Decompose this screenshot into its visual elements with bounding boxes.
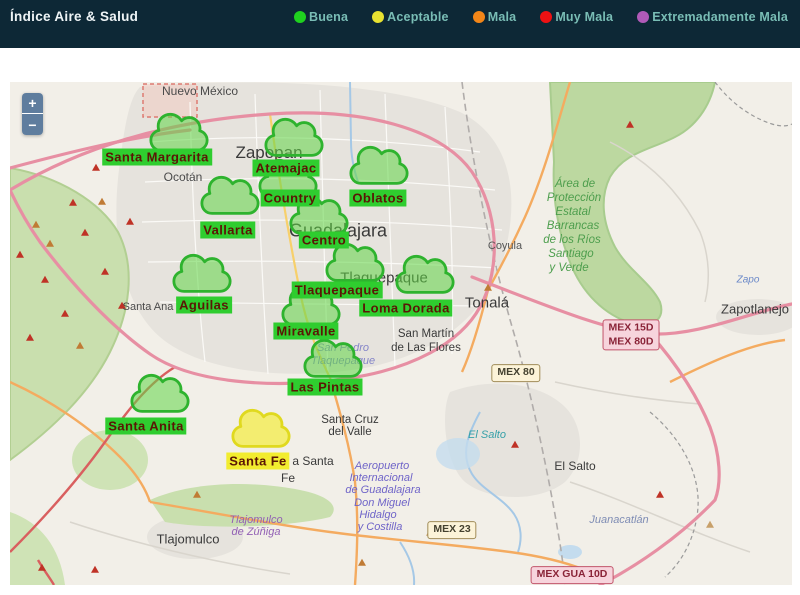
legend-label: Muy Mala: [555, 10, 614, 24]
aqi-station-label[interactable]: Santa Fe: [226, 452, 290, 470]
aqi-station-label[interactable]: Atemajac: [252, 159, 320, 177]
legend-item-aceptable: Aceptable: [372, 10, 449, 24]
air-quality-app: Índice Aire & Salud Buena Aceptable Mala…: [0, 0, 800, 595]
mala-dot-icon: [472, 11, 485, 23]
legend-item-mala: Mala: [472, 10, 517, 24]
extremadamente-mala-dot-icon: [637, 11, 650, 23]
aqi-station-label[interactable]: Vallarta: [200, 221, 256, 239]
aqi-station-label[interactable]: Santa Anita: [105, 417, 187, 435]
legend-label: Mala: [487, 10, 517, 24]
buena-dot-icon: [293, 11, 306, 23]
zoom-out-button[interactable]: −: [22, 114, 43, 135]
zoom-in-button[interactable]: +: [22, 93, 43, 114]
map-canvas[interactable]: Nuevo MéxicoZapopanOcotánGuadalajaraTlaq…: [10, 82, 792, 585]
legend-label: Extremadamente Mala: [652, 10, 788, 24]
legend-label: Aceptable: [387, 10, 449, 24]
aqi-station-label[interactable]: Country: [260, 189, 320, 207]
aqi-station-label[interactable]: Aguilas: [176, 296, 232, 314]
aceptable-dot-icon: [372, 11, 385, 23]
map-zoom-control: + −: [22, 93, 43, 135]
legend-item-muy-mala: Muy Mala: [540, 10, 613, 24]
aqi-station-label[interactable]: Santa Margarita: [102, 148, 212, 166]
legend-item-extremadamente-mala: Extremadamente Mala: [637, 10, 788, 24]
muy-mala-dot-icon: [540, 11, 553, 23]
legend-label: Buena: [308, 10, 349, 24]
aqi-station-label[interactable]: Loma Dorada: [359, 299, 453, 317]
aqi-station-label[interactable]: Miravalle: [273, 322, 339, 340]
header-bar: Índice Aire & Salud Buena Aceptable Mala…: [0, 0, 800, 48]
aqi-station-label[interactable]: Tlaquepaque: [291, 281, 383, 299]
aqi-station-label[interactable]: Centro: [298, 231, 350, 249]
marker-labels-layer: Santa Margarita Atemajac Oblatos Country Val…: [10, 82, 792, 585]
aqi-station-label[interactable]: Oblatos: [349, 189, 407, 207]
aqi-station-label[interactable]: Las Pintas: [287, 378, 363, 396]
legend-item-buena: Buena: [293, 10, 349, 24]
aqi-legend: Buena Aceptable Mala Muy Mala Extremadam…: [293, 10, 788, 24]
page-title: Índice Aire & Salud: [10, 9, 139, 24]
